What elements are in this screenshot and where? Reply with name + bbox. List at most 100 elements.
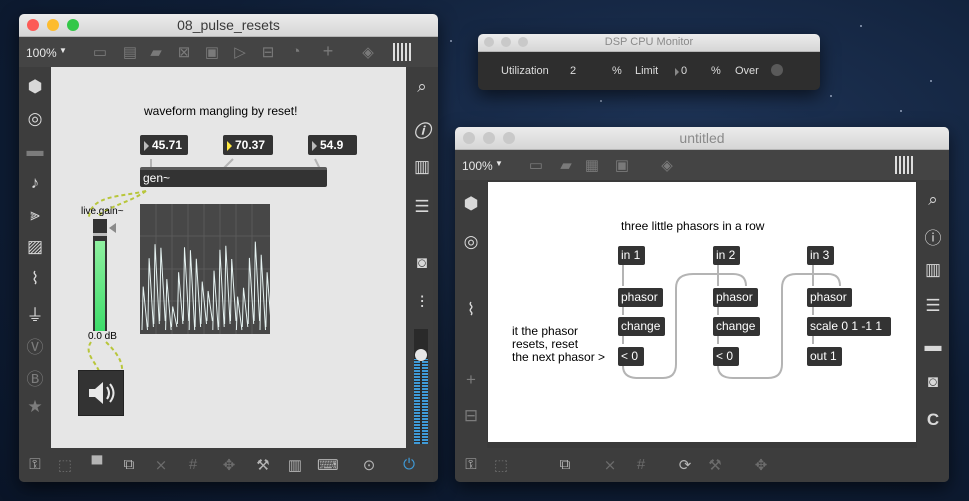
search-icon[interactable]: ⌕ bbox=[410, 77, 434, 97]
search-icon[interactable]: ⌕ bbox=[921, 190, 945, 210]
list-icon[interactable]: ☰ bbox=[410, 197, 434, 217]
outlet-1[interactable]: out 1 bbox=[807, 347, 842, 366]
music-note-icon[interactable]: ♪ bbox=[23, 173, 47, 193]
play-icon[interactable]: ▷ bbox=[231, 43, 249, 61]
limit-value[interactable]: 0 bbox=[681, 65, 687, 77]
paperclip-icon[interactable]: ⌇ bbox=[459, 300, 483, 320]
main-patcher-window: 08_pulse_resets 100% ▼ ▭ ▤ ▰ ⊠ ▣ ▷ ⊟ ◔ +… bbox=[19, 14, 438, 482]
code-icon[interactable]: ▣ bbox=[613, 156, 631, 174]
plus-icon[interactable]: + bbox=[459, 370, 483, 390]
dial-icon[interactable]: ◔ bbox=[287, 43, 305, 60]
phasor-2[interactable]: phasor bbox=[713, 288, 758, 307]
cycling-icon[interactable]: C bbox=[921, 410, 945, 430]
mute-cords-icon[interactable]: ⨯ bbox=[151, 456, 171, 474]
object-cube-icon[interactable]: ⬢ bbox=[459, 194, 483, 214]
image-icon[interactable]: ▨ bbox=[23, 237, 47, 257]
edit-icon[interactable]: ⬚ bbox=[491, 456, 511, 474]
main-titlebar: 08_pulse_resets bbox=[19, 14, 438, 37]
phasor-1[interactable]: phasor bbox=[618, 288, 663, 307]
change-2[interactable]: change bbox=[713, 317, 760, 336]
info-icon[interactable]: ⓘ bbox=[921, 224, 945, 249]
refresh-icon[interactable]: ⟳ bbox=[675, 456, 695, 474]
vst-icon[interactable]: Ⓥ bbox=[23, 333, 47, 358]
grid-icon[interactable] bbox=[895, 156, 913, 174]
number-box-2[interactable]: 70.37 bbox=[223, 135, 273, 155]
wrench-icon[interactable]: ⚒ bbox=[253, 456, 273, 474]
new-view-icon[interactable]: ⧉ bbox=[119, 456, 139, 473]
slider-icon[interactable]: ⊟ bbox=[259, 43, 277, 61]
hammer-icon[interactable]: ⚒ bbox=[705, 456, 725, 474]
mixer-icon[interactable]: ⫶ bbox=[410, 293, 434, 313]
lock-icon[interactable]: ⚿ bbox=[25, 456, 45, 473]
edit-icon[interactable]: ⬚ bbox=[55, 456, 75, 474]
target-icon[interactable]: ◎ bbox=[23, 109, 47, 129]
presentation-icon[interactable]: ▭ bbox=[527, 156, 545, 174]
plus-icon[interactable]: + bbox=[319, 41, 337, 62]
less-than-1[interactable]: < 0 bbox=[618, 347, 644, 366]
grid-icon[interactable] bbox=[393, 43, 411, 61]
speaker-icon bbox=[89, 382, 115, 404]
chevron-down-icon[interactable]: ▼ bbox=[495, 159, 503, 168]
target-icon[interactable]: ◎ bbox=[459, 232, 483, 252]
star-icon[interactable]: ★ bbox=[23, 397, 47, 417]
gain-handle[interactable] bbox=[93, 233, 107, 236]
phasor-3[interactable]: phasor bbox=[807, 288, 852, 307]
less-than-2[interactable]: < 0 bbox=[713, 347, 739, 366]
number-box-1[interactable]: 45.71 bbox=[140, 135, 188, 155]
paint-bucket-icon[interactable]: ◈ bbox=[658, 156, 676, 174]
audio-power-icon[interactable]: ⏻ bbox=[399, 456, 419, 473]
presentation-icon[interactable]: ▭ bbox=[91, 43, 109, 61]
zoom-menu[interactable]: 100% bbox=[26, 46, 57, 60]
book-icon[interactable]: ▥ bbox=[410, 157, 434, 177]
inlet-1[interactable]: in 1 bbox=[618, 246, 645, 265]
presentation-mode-icon[interactable]: ▀ bbox=[87, 456, 107, 473]
grid-snap-icon[interactable]: # bbox=[631, 456, 651, 473]
comment-icon[interactable]: ▰ bbox=[557, 156, 575, 174]
chevron-down-icon[interactable]: ▼ bbox=[59, 46, 67, 55]
scale-object[interactable]: scale 0 1 -1 1 bbox=[807, 317, 891, 336]
live-gain-slider[interactable] bbox=[93, 219, 107, 331]
inlet-2[interactable]: in 2 bbox=[713, 246, 740, 265]
paint-bucket-icon[interactable]: ◈ bbox=[359, 43, 377, 61]
book-icon[interactable]: ▥ bbox=[921, 260, 945, 280]
limit-label: Limit bbox=[635, 65, 659, 77]
change-1[interactable]: change bbox=[618, 317, 665, 336]
number-box-arrow-icon bbox=[144, 140, 149, 151]
toggle-icon[interactable]: ⊠ bbox=[175, 43, 193, 61]
beap-icon[interactable]: Ⓑ bbox=[23, 365, 47, 390]
lock-icon[interactable]: ⚿ bbox=[461, 456, 481, 473]
untitled-canvas[interactable]: three little phasors in a row it the pha… bbox=[488, 182, 916, 442]
comment-icon[interactable]: ▤ bbox=[121, 43, 139, 61]
reference-icon[interactable]: ▬ bbox=[921, 336, 945, 356]
paperclip-icon[interactable]: ⌇ bbox=[23, 269, 47, 289]
grid-snap-icon[interactable]: # bbox=[183, 456, 203, 473]
number-box-3[interactable]: 54.9 bbox=[308, 135, 357, 155]
plug-icon[interactable]: ⏚ bbox=[23, 301, 47, 326]
info-icon[interactable]: ⓘ bbox=[410, 117, 434, 142]
speaker-button[interactable] bbox=[78, 370, 124, 416]
transport-play-icon[interactable]: ⊙ bbox=[359, 456, 379, 474]
minus-icon[interactable]: ⊟ bbox=[459, 406, 483, 426]
gen-object[interactable]: gen~ bbox=[140, 167, 327, 187]
debug-icon[interactable]: ✥ bbox=[219, 456, 239, 474]
right-sidebar: ⌕ ⓘ ▥ ☰ ◙ ⫶ bbox=[406, 67, 438, 449]
dotted-box-icon[interactable]: ▦ bbox=[583, 156, 601, 174]
camera-icon[interactable]: ◙ bbox=[410, 253, 434, 273]
keyboard-shortcuts-icon[interactable]: ⌨ bbox=[317, 456, 339, 474]
volume-knob[interactable] bbox=[415, 349, 427, 361]
list-icon[interactable]: ☰ bbox=[921, 296, 945, 316]
main-canvas[interactable]: waveform mangling by reset! 45.71 70.37 … bbox=[51, 67, 406, 449]
inlet-3[interactable]: in 3 bbox=[807, 246, 834, 265]
piano-icon[interactable]: ▥ bbox=[285, 456, 305, 474]
camera-icon[interactable]: ◙ bbox=[921, 372, 945, 392]
message-icon[interactable]: ▰ bbox=[147, 43, 165, 61]
object-cube-icon[interactable]: ⬢ bbox=[23, 77, 47, 97]
number-icon[interactable]: ▣ bbox=[203, 43, 221, 61]
keyboard-icon[interactable]: ▬ bbox=[23, 141, 47, 161]
new-view-icon[interactable]: ⧉ bbox=[555, 456, 575, 473]
number-box-arrow-icon bbox=[312, 140, 317, 151]
media-icon[interactable]: ⫸ bbox=[23, 205, 47, 225]
zoom-menu[interactable]: 100% bbox=[462, 159, 493, 173]
mute-cords-icon[interactable]: ⨯ bbox=[600, 456, 620, 474]
debug-icon[interactable]: ✥ bbox=[751, 456, 771, 474]
